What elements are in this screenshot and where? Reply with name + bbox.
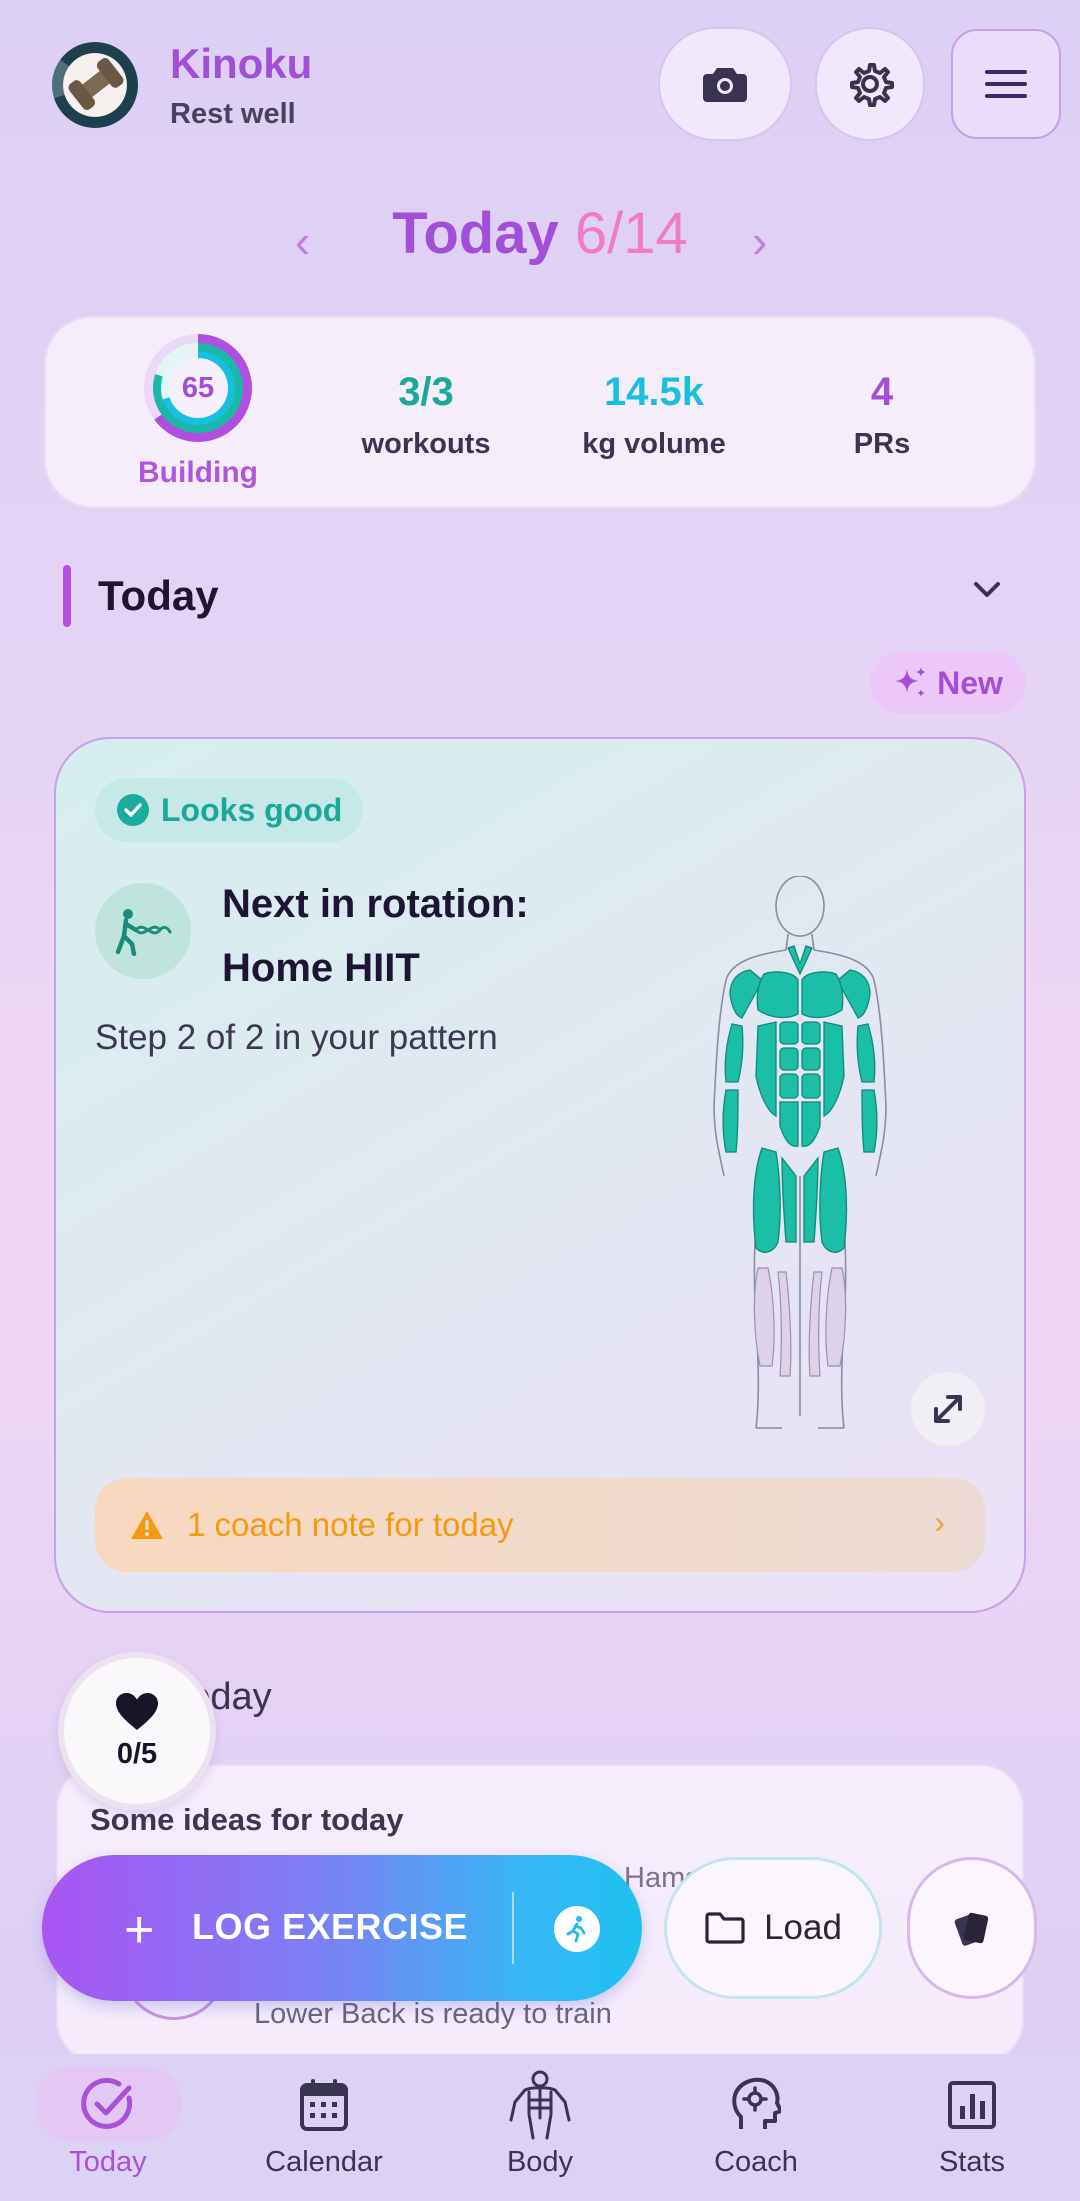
step-text: Step 2 of 2 in your pattern (95, 1018, 498, 1057)
next-title-line1: Next in rotation: (222, 882, 529, 926)
check-circle-icon (81, 2077, 133, 2129)
camera-button[interactable] (658, 27, 792, 141)
coach-head-icon (732, 2077, 781, 2129)
prs-label: PRs (853, 428, 911, 460)
status-badge: Looks good (95, 778, 363, 842)
new-button[interactable]: New (870, 652, 1026, 714)
date-title: Today 6/14 (0, 200, 1080, 267)
nav-calendar-label: Calendar (265, 2146, 383, 2178)
app-name: Kinoku (170, 40, 313, 87)
app-logo (52, 42, 138, 128)
nav-coach[interactable]: Coach (648, 2054, 864, 2201)
hiit-workout-icon (95, 883, 191, 979)
lower-back-status: Lower Back is ready to train (254, 1998, 612, 2030)
nav-today-label: Today (69, 2146, 147, 2178)
hamburger-menu-icon (985, 70, 1027, 98)
expand-icon (934, 1395, 962, 1423)
score-ring[interactable]: 65 (144, 334, 252, 442)
chevron-right-icon: › (934, 1504, 945, 1540)
hearts-count: 0/5 (116, 1737, 158, 1770)
cards-icon (954, 1912, 989, 1946)
coach-note-banner[interactable]: 1 coach note for today › (95, 1478, 985, 1572)
section-collapse-button[interactable] (972, 580, 1002, 605)
expand-figure-button[interactable] (911, 1372, 985, 1446)
cards-button[interactable] (907, 1857, 1037, 1999)
menu-button[interactable] (951, 29, 1061, 139)
warning-icon (131, 1511, 163, 1539)
status-text: Looks good (161, 791, 343, 828)
new-label: New (937, 664, 1003, 701)
workouts-label: workouts (361, 428, 491, 460)
heart-icon (116, 1692, 158, 1730)
nav-body-label: Body (506, 2146, 574, 2178)
hearts-badge[interactable]: 0/5 (58, 1652, 216, 1810)
plus-icon: + (124, 1901, 155, 1959)
coach-note-text: 1 coach note for today (187, 1506, 514, 1543)
bar-chart-icon (948, 2081, 996, 2129)
section-accent-bar (63, 565, 71, 627)
log-exercise-label: LOG EXERCISE (192, 1906, 469, 1947)
nav-stats[interactable]: Stats (864, 2054, 1080, 2201)
nav-stats-label: Stats (938, 2146, 1006, 2178)
date-label: Today (392, 201, 559, 266)
log-divider (512, 1892, 514, 1964)
sparkle-icon (895, 667, 927, 697)
muscle-map-figure[interactable] (690, 876, 920, 1436)
nav-body[interactable]: Body (432, 2054, 648, 2201)
settings-button[interactable] (815, 27, 925, 141)
load-button[interactable]: Load (664, 1857, 882, 1999)
running-icon (566, 1916, 586, 1943)
date-value: 6/14 (574, 201, 688, 266)
score-value: 65 (168, 358, 228, 418)
next-workout-title: Next in rotation: Home HIIT (222, 872, 529, 1000)
nav-coach-label: Coach (714, 2146, 798, 2178)
camera-icon (703, 68, 747, 102)
calendar-icon (300, 2079, 348, 2131)
app-subtitle: Rest well (170, 98, 296, 130)
folder-icon (705, 1912, 745, 1944)
score-label: Building (138, 456, 258, 489)
gear-icon (850, 63, 894, 107)
check-icon (117, 794, 149, 826)
next-title-line2: Home HIIT (222, 946, 420, 990)
nav-today[interactable]: Today (0, 2054, 216, 2201)
workouts-value: 3/3 (398, 370, 454, 414)
next-day-button[interactable]: › (752, 214, 767, 268)
section-title: Today (98, 572, 219, 619)
prs-value: 4 (870, 370, 894, 414)
quick-run-button[interactable] (554, 1906, 600, 1952)
chevron-down-icon (974, 582, 1000, 597)
nav-calendar[interactable]: Calendar (216, 2054, 432, 2201)
volume-value: 14.5k (603, 370, 705, 414)
volume-label: kg volume (582, 428, 726, 460)
body-icon (509, 2070, 571, 2140)
load-label: Load (764, 1908, 842, 1947)
